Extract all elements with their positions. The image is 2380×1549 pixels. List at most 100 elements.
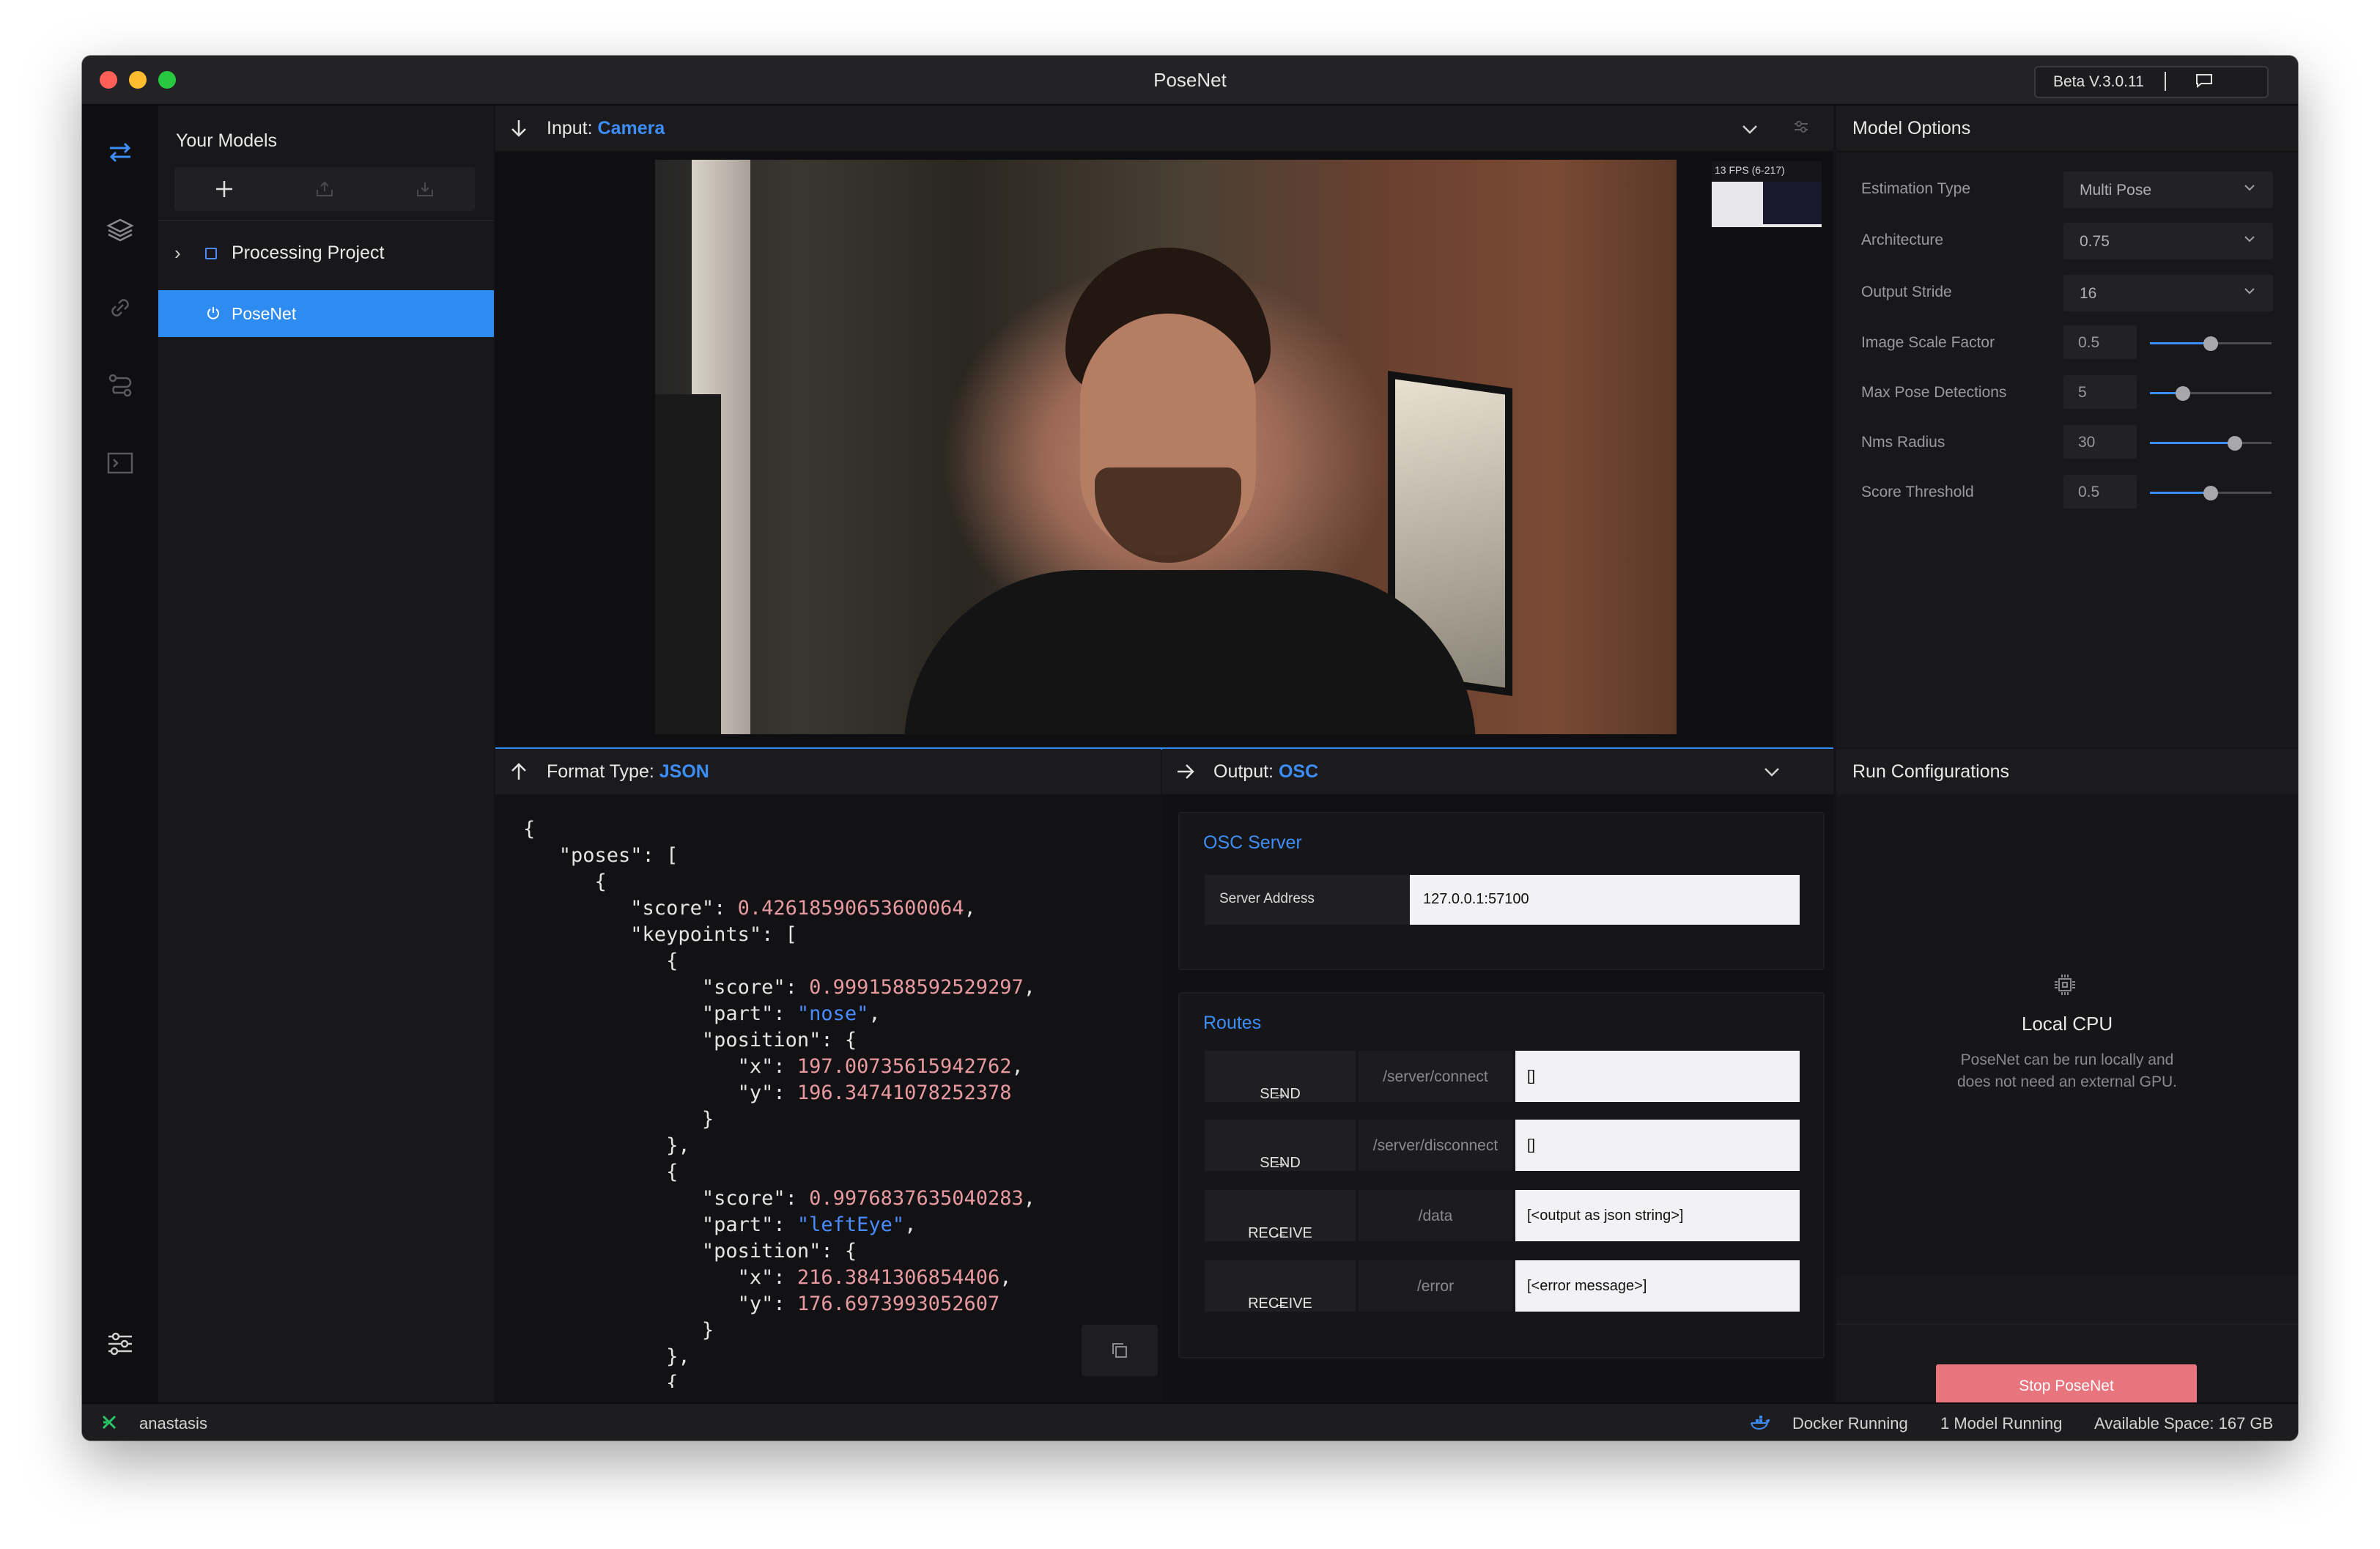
arrow-up-icon [511,763,526,780]
input-label: Input: Camera [547,118,665,138]
transfer-icon[interactable] [106,138,135,167]
max-pose-detections-input[interactable]: 5 [2063,375,2137,409]
score-threshold-label: Score Threshold [1861,484,1974,500]
code-line: "poses": [ [523,844,679,867]
status-bar: anastasis Docker Running 1 Model Running… [82,1402,2298,1441]
version-label: Beta V.3.0.11 [2053,73,2144,90]
server-address-input[interactable]: 127.0.0.1:57100 [1410,875,1800,925]
plus-icon [216,181,232,197]
route-direction-button[interactable]: SEND → [1205,1051,1356,1102]
max-pose-detections-slider[interactable] [2150,385,2272,401]
input-source[interactable]: Camera [598,118,665,138]
chevron-right-icon[interactable]: › [174,242,181,265]
copy-button[interactable] [1082,1325,1158,1376]
route-message-input[interactable]: [<error message>] [1515,1260,1800,1312]
format-label: Format Type: JSON [547,761,709,782]
slider-knob[interactable] [2228,436,2243,451]
output-panel: Output: OSC OSC Server Server Address 12… [1162,749,1833,1402]
available-space-status: Available Space: 167 GB [2094,1414,2274,1432]
route-row: RECEIVE ← /error [<error message>] [1205,1260,1800,1312]
layers-icon[interactable] [106,215,135,245]
code-line: "x": 216.3841306854406, [523,1266,1012,1289]
format-header: Format Type: JSON [495,749,1161,794]
fps-meter: 13 FPS (6-217) [1712,161,1822,227]
local-cpu-option[interactable]: Local CPU PoseNet can be run locally and… [1836,796,2298,1276]
route-direction-button[interactable]: RECEIVE ← [1205,1260,1356,1312]
link-icon[interactable] [106,293,135,322]
slider-knob[interactable] [2203,336,2218,351]
models-toolbar [174,167,475,211]
image-scale-factor-value: 0.5 [2078,334,2100,351]
max-pose-detections-value: 5 [2078,384,2087,401]
architecture-select[interactable]: 0.75 [2063,223,2273,259]
code-line: "y": 176.6973993052607 [523,1293,1000,1315]
format-type[interactable]: JSON [659,761,709,782]
slider-knob[interactable] [2175,386,2190,401]
nms-radius-input[interactable]: 30 [2063,425,2137,459]
cpu-icon [2055,975,2075,995]
route-direction-button[interactable]: RECEIVE ← [1205,1190,1356,1241]
power-icon[interactable] [205,305,221,321]
arrow-right-icon: → [1273,1086,1287,1102]
route-icon[interactable] [106,371,135,400]
route-message-input[interactable]: [] [1515,1120,1800,1171]
code-line: { [523,818,536,840]
version-divider [2165,72,2166,91]
feedback-icon[interactable] [2195,73,2213,88]
settings-sliders-icon[interactable] [106,1329,135,1358]
route-path: /server/connect [1359,1051,1512,1102]
project-icon [205,248,217,259]
user-name[interactable]: anastasis [139,1414,207,1433]
model-options-panel: Model Options Estimation Type Multi Pose… [1836,106,2298,747]
model-options-header: Model Options [1836,106,2298,152]
slider-knob[interactable] [2203,486,2218,500]
image-scale-factor-input[interactable]: 0.5 [2063,325,2137,359]
output-type[interactable]: OSC [1279,761,1318,782]
terminal-icon[interactable] [106,448,135,478]
score-threshold-input[interactable]: 0.5 [2063,475,2137,509]
format-panel: Format Type: JSON { "poses": [ { "score"… [495,749,1161,1402]
add-model-button[interactable] [174,167,274,211]
architecture-value: 0.75 [2080,233,2110,250]
stop-model-button[interactable]: Stop PoseNet [1936,1364,2197,1408]
image-scale-factor-slider[interactable] [2150,336,2272,351]
copy-icon [1112,1343,1127,1358]
models-divider [158,220,494,221]
project-row[interactable]: › Processing Project [158,230,494,276]
chevron-down-icon[interactable] [1740,119,1760,139]
route-message-input[interactable]: [] [1515,1051,1800,1102]
download-icon [417,182,433,196]
nms-radius-slider[interactable] [2150,435,2272,451]
adjust-icon[interactable] [1792,118,1810,136]
estimation-type-select[interactable]: Multi Pose [2063,171,2273,208]
camera-feed [655,160,1677,734]
image-scale-factor-label: Image Scale Factor [1861,334,1995,351]
score-threshold-slider[interactable] [2150,485,2272,500]
code-line: { [523,1161,679,1183]
docker-status: Docker Running [1792,1414,1908,1432]
model-item-posenet[interactable]: PoseNet [158,290,494,337]
output-stride-select[interactable]: 16 [2063,275,2273,311]
routes-title: Routes [1203,1013,1262,1033]
route-path: /server/disconnect [1359,1120,1512,1171]
output-label: Output: OSC [1213,761,1319,782]
chevron-down-icon[interactable] [1762,761,1782,782]
code-line: } [523,1108,714,1131]
osc-server-title: OSC Server [1203,832,1302,853]
cpu-description: PoseNet can be run locally and does not … [1836,1049,2298,1093]
code-line: "keypoints": [ [523,923,797,946]
arrow-left-icon: ← [1273,1295,1287,1312]
background-door [655,394,721,734]
code-line: "position": { [523,1240,857,1263]
upload-icon [317,181,333,196]
import-model-button[interactable] [375,167,475,211]
cpu-title: Local CPU [2021,1013,2113,1035]
export-model-button[interactable] [275,167,374,211]
route-message-input[interactable]: [<output as json string>] [1515,1190,1800,1241]
route-path: /error [1359,1260,1512,1312]
route-row: SEND → /server/connect [] [1205,1051,1800,1102]
arrow-right-icon: → [1273,1155,1287,1171]
code-line: }, [523,1134,690,1157]
route-direction-button[interactable]: SEND → [1205,1120,1356,1171]
input-header: Input: Camera [495,106,1833,152]
